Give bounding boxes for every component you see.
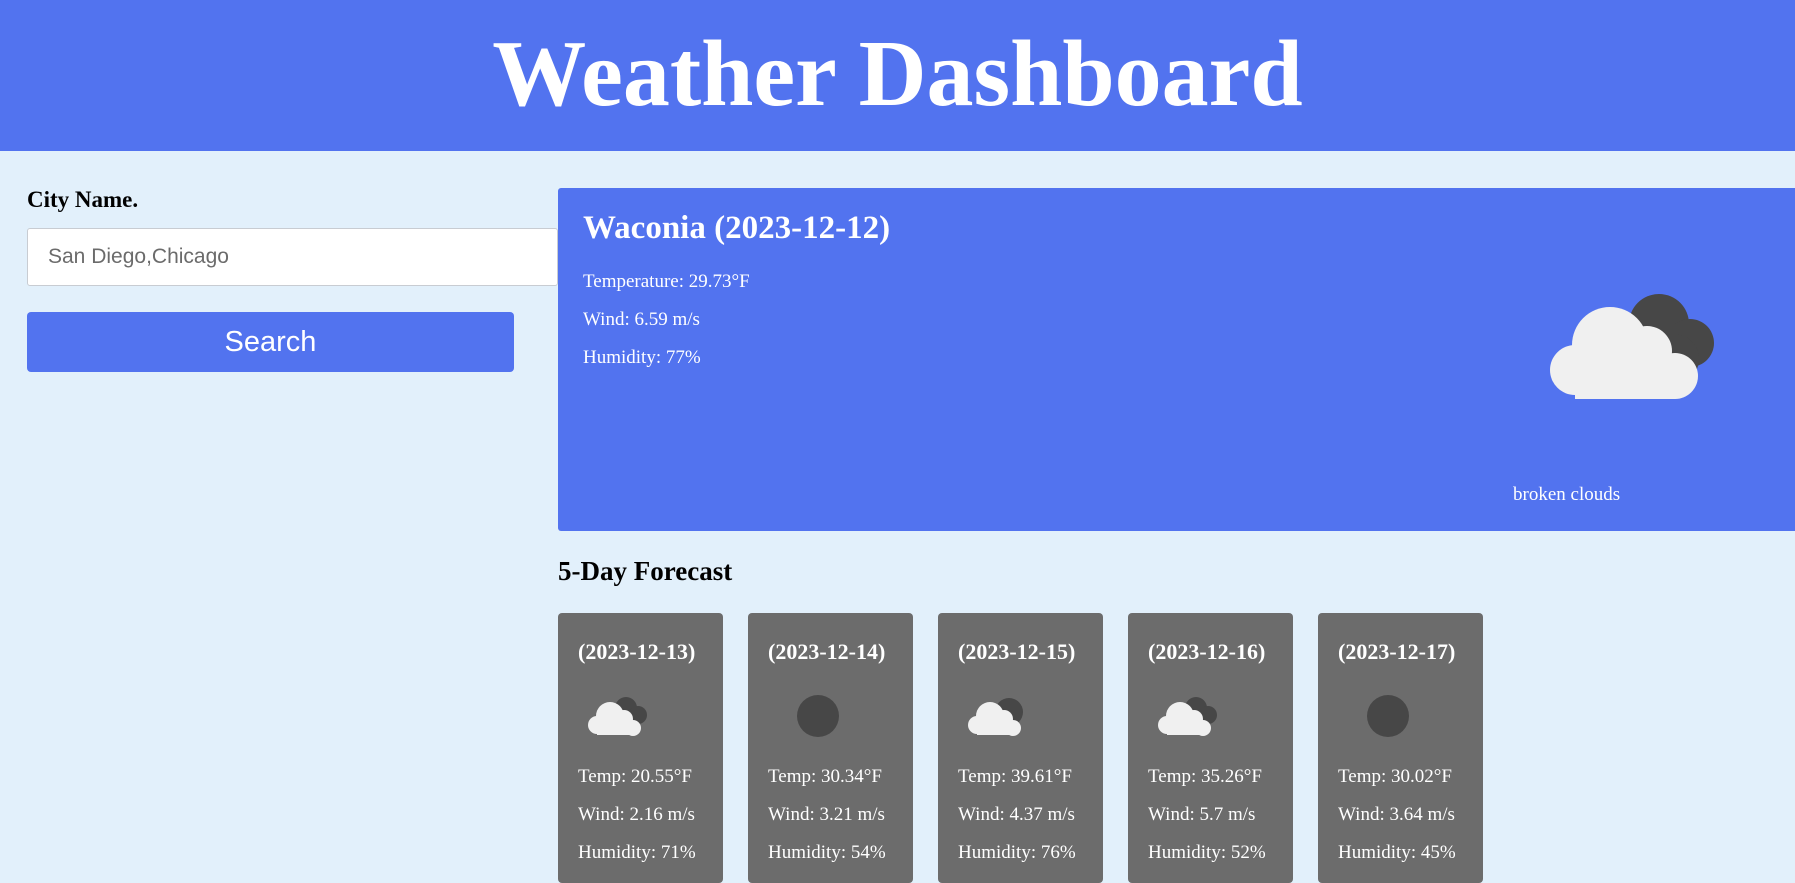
city-search-input[interactable] xyxy=(27,228,558,286)
overcast-icon xyxy=(797,695,839,737)
current-weather-panel: Waconia (2023-12-12) Temperature: 29.73°… xyxy=(558,188,1795,531)
current-temperature: Temperature: 29.73°F xyxy=(583,271,750,292)
forecast-humidity: Humidity: 76% xyxy=(958,842,1076,863)
forecast-date: (2023-12-17) xyxy=(1338,639,1456,664)
overcast-icon xyxy=(1367,695,1409,737)
forecast-card: (2023-12-13) Temp: 20.55°F Wind: 2.16 m/… xyxy=(558,613,723,883)
forecast-card: (2023-12-17) Temp: 30.02°F Wind: 3.64 m/… xyxy=(1318,613,1483,883)
forecast-card: (2023-12-16) Temp: 35.26°F Wind: 5.7 m/s… xyxy=(1128,613,1293,883)
current-description: broken clouds xyxy=(1513,484,1621,505)
forecast-humidity: Humidity: 54% xyxy=(768,842,886,863)
current-humidity: Humidity: 77% xyxy=(583,347,701,368)
forecast-temp: Temp: 20.55°F xyxy=(578,766,692,787)
forecast-date: (2023-12-13) xyxy=(578,639,696,664)
forecast-temp: Temp: 39.61°F xyxy=(958,766,1072,787)
forecast-wind: Wind: 5.7 m/s xyxy=(1148,804,1256,825)
broken-clouds-icon xyxy=(1550,294,1714,399)
forecast-wind: Wind: 4.37 m/s xyxy=(958,804,1075,825)
current-wind: Wind: 6.59 m/s xyxy=(583,309,700,330)
scattered-clouds-icon xyxy=(968,698,1023,736)
current-city-heading: Waconia (2023-12-12) xyxy=(583,210,891,246)
page-title: Weather Dashboard xyxy=(492,21,1303,126)
broken-clouds-icon xyxy=(588,697,647,736)
city-name-label: City Name. xyxy=(27,187,139,212)
forecast-card: (2023-12-14) Temp: 30.34°F Wind: 3.21 m/… xyxy=(748,613,913,883)
forecast-temp: Temp: 35.26°F xyxy=(1148,766,1262,787)
forecast-humidity: Humidity: 45% xyxy=(1338,842,1456,863)
page-header: Weather Dashboard xyxy=(0,0,1795,151)
forecast-card: (2023-12-15) Temp: 39.61°F Wind: 4.37 m/… xyxy=(938,613,1103,883)
search-button[interactable]: Search xyxy=(27,312,514,372)
forecast-heading: 5-Day Forecast xyxy=(558,556,733,586)
search-panel: City Name. Search xyxy=(27,186,558,372)
forecast-humidity: Humidity: 71% xyxy=(578,842,696,863)
forecast-wind: Wind: 2.16 m/s xyxy=(578,804,695,825)
broken-clouds-icon xyxy=(1158,697,1217,736)
forecast-date: (2023-12-15) xyxy=(958,639,1076,664)
forecast-date: (2023-12-14) xyxy=(768,639,886,664)
forecast-humidity: Humidity: 52% xyxy=(1148,842,1266,863)
forecast-wind: Wind: 3.64 m/s xyxy=(1338,804,1455,825)
forecast-temp: Temp: 30.34°F xyxy=(768,766,882,787)
forecast-wind: Wind: 3.21 m/s xyxy=(768,804,885,825)
forecast-date: (2023-12-16) xyxy=(1148,639,1266,664)
forecast-temp: Temp: 30.02°F xyxy=(1338,766,1452,787)
